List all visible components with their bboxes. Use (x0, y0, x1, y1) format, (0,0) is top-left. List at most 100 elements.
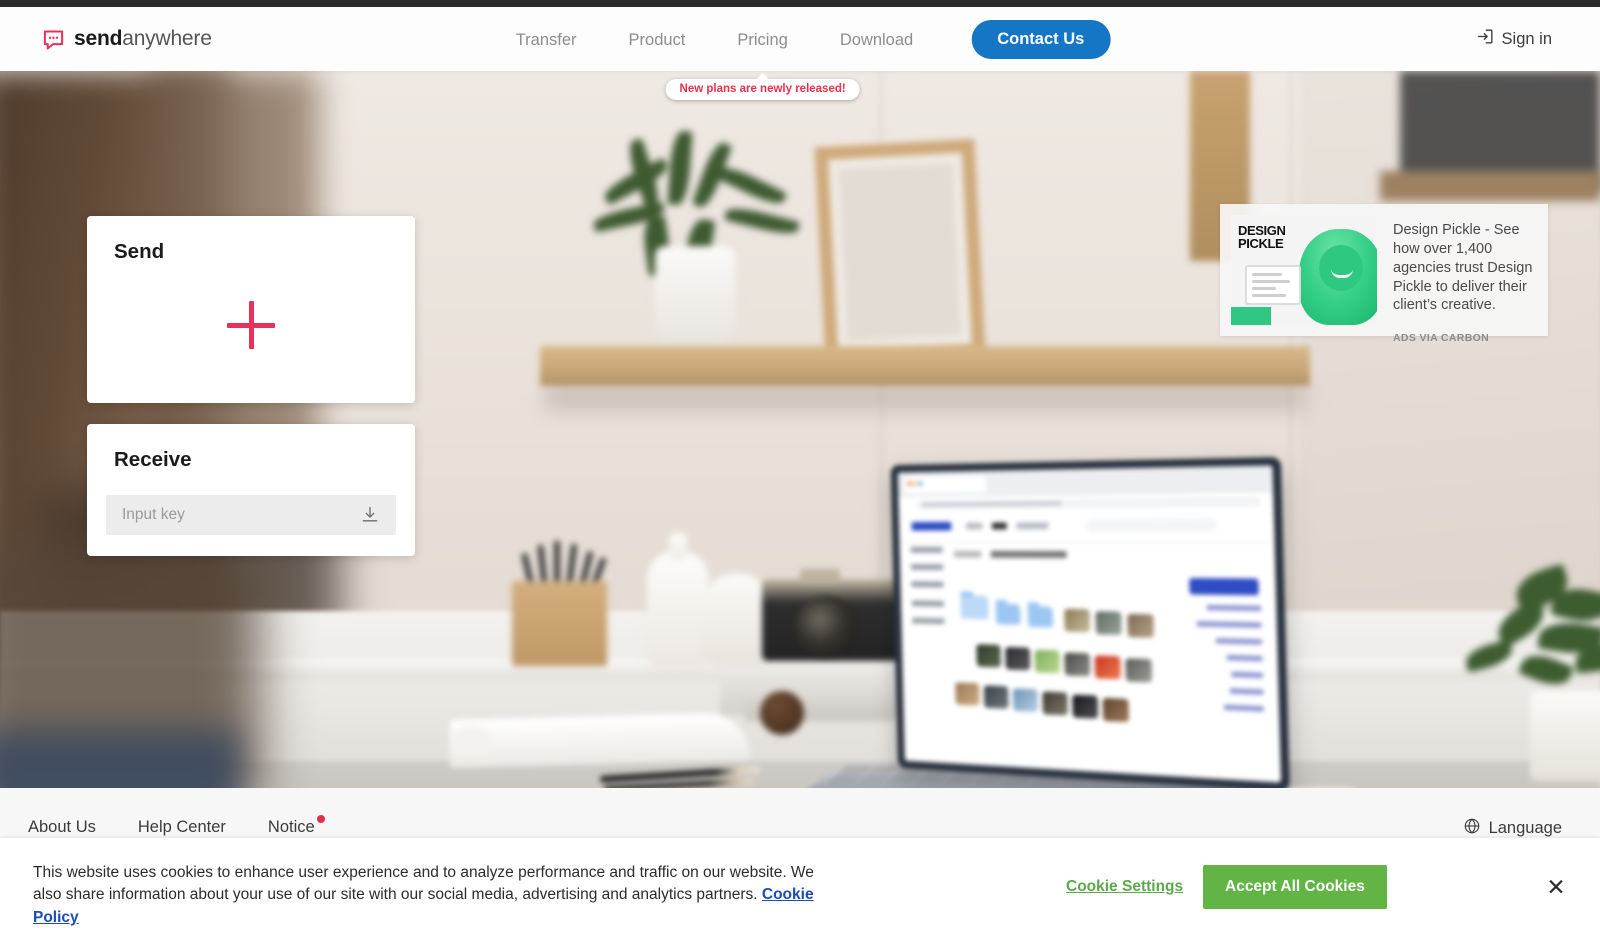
logo-text-light: anywhere (122, 27, 212, 50)
ad-body: Design Pickle - See how over 1,400 agenc… (1377, 204, 1548, 344)
screen-thumbnail (1102, 697, 1129, 723)
sendanywhere-logo-icon (42, 28, 65, 51)
ad-text[interactable]: Design Pickle - See how over 1,400 agenc… (1393, 221, 1534, 315)
plus-icon[interactable] (218, 292, 284, 358)
footer-help-center[interactable]: Help Center (138, 818, 226, 837)
screen-thumbnail (1095, 611, 1122, 635)
ad-via-label[interactable]: ADS VIA CARBON (1393, 332, 1534, 344)
ad-image[interactable]: DESIGN PICKLE (1231, 215, 1377, 325)
screen-detail-row (1215, 638, 1263, 645)
camera-viewfinder (800, 569, 840, 583)
language-label: Language (1488, 819, 1562, 837)
screen-app-tab (1016, 522, 1049, 530)
receive-card: Receive (87, 424, 415, 556)
nav-product[interactable]: Product (603, 21, 712, 59)
screen-sidebar-item (911, 581, 944, 588)
receive-key-field[interactable] (106, 495, 396, 535)
sign-in-icon (1476, 27, 1495, 51)
screen-breadcrumb-current (990, 550, 1067, 559)
accept-all-cookies-button[interactable]: Accept All Cookies (1203, 865, 1387, 909)
floating-shelf (540, 346, 1310, 386)
contact-us-button[interactable]: Contact Us (971, 20, 1111, 59)
shelf-shadow (545, 384, 1305, 410)
cookie-settings-button[interactable]: Cookie Settings (1066, 878, 1183, 896)
hero-section: Send Receive DESIGN PICKLE (0, 71, 1600, 788)
screen-sidebar-item (910, 546, 943, 553)
logo-text-bold: send (74, 27, 123, 50)
cookie-consent-banner: This website uses cookies to enhance use… (0, 838, 1600, 936)
send-card-title: Send (114, 240, 165, 263)
open-notebook (450, 712, 750, 768)
screen-detail-row (1229, 688, 1264, 695)
globe-icon (1463, 817, 1481, 840)
close-icon[interactable]: ✕ (1542, 873, 1570, 901)
laptop (801, 456, 1310, 788)
screen-thumbnail (1064, 608, 1091, 633)
screen-thumbnail (1125, 658, 1153, 683)
screen-thumbnail (1005, 646, 1031, 671)
screen-thumbnail (1042, 691, 1068, 716)
screen-thumbnail (1034, 649, 1061, 674)
sign-in-label: Sign in (1501, 29, 1552, 48)
screen-thumbnail (1012, 688, 1038, 713)
screen-app-header (898, 511, 1275, 544)
screen-detail-row (1231, 671, 1264, 679)
wooden-ball (760, 691, 804, 735)
screen-sidebar-item (911, 600, 945, 607)
screen-thumbnail (1064, 652, 1091, 677)
screen-browser-chrome (897, 465, 1274, 498)
receive-card-title: Receive (114, 448, 192, 471)
screen-file-selected (960, 595, 989, 620)
screen-detail-row (1206, 604, 1262, 612)
site-header: sendanywhere Transfer Product Pricing Ne… (0, 7, 1600, 100)
right-plant-pot (1530, 691, 1600, 781)
ad-person-face (1319, 245, 1363, 291)
laptop-lid (890, 456, 1290, 788)
screen-app-tab-active (991, 522, 1007, 530)
cookie-banner-text: This website uses cookies to enhance use… (33, 862, 833, 929)
shelf-plant-pot (655, 246, 735, 351)
picture-frame (814, 138, 986, 366)
screen-browser-favicon (907, 481, 923, 486)
nav-pricing-wrapper: Pricing New plans are newly released! (665, 21, 860, 100)
nav-pricing[interactable]: Pricing (711, 31, 813, 49)
screen-thumbnail (976, 644, 1001, 668)
camera-lens (795, 596, 857, 658)
ad-brand-line2: PICKLE (1238, 236, 1284, 251)
screen-thumbnail (1072, 694, 1099, 719)
screen-app-logo (911, 521, 952, 531)
screen-thumbnail (1094, 655, 1121, 680)
nav-download[interactable]: Download (814, 21, 939, 59)
nav-transfer[interactable]: Transfer (490, 21, 603, 59)
sign-in-button[interactable]: Sign in (1476, 27, 1552, 51)
send-card[interactable]: Send (87, 216, 415, 403)
screen-detail-row (1196, 621, 1262, 628)
screen-thumbnail (983, 685, 1009, 709)
footer-notice[interactable]: Notice (267, 815, 325, 837)
footer-about-us[interactable]: About Us (28, 818, 96, 837)
screen-folder (1027, 606, 1054, 628)
ad-tablet-illustration (1245, 265, 1301, 305)
chair (0, 731, 240, 788)
screen-thumbnail (1127, 613, 1154, 638)
download-icon[interactable] (360, 505, 380, 525)
screen-sidebar-item (912, 617, 945, 625)
cookie-text-body: This website uses cookies to enhance use… (33, 864, 814, 904)
screen-folder (995, 603, 1021, 625)
footer-notice-label: Notice (267, 818, 315, 836)
screen-detail-row (1226, 655, 1263, 662)
logo-text: sendanywhere (74, 27, 212, 51)
footer-links: About Us Help Center Notice (28, 815, 325, 837)
site-logo[interactable]: sendanywhere (42, 27, 212, 51)
notebook-page-curl (452, 726, 492, 754)
screen-detail-row (1223, 704, 1265, 712)
input-key-field[interactable] (122, 506, 360, 524)
carbon-ad[interactable]: DESIGN PICKLE Design Pickle - See how ov… (1220, 204, 1548, 344)
notice-badge-dot (316, 815, 325, 823)
laptop-screen (897, 465, 1281, 783)
screen-thumbnail (955, 682, 980, 706)
screen-breadcrumb-parent (953, 550, 982, 558)
page-root: sendanywhere Transfer Product Pricing Ne… (0, 0, 1600, 936)
language-selector[interactable]: Language (1463, 817, 1562, 840)
top-right-shelf-board (1380, 171, 1600, 201)
